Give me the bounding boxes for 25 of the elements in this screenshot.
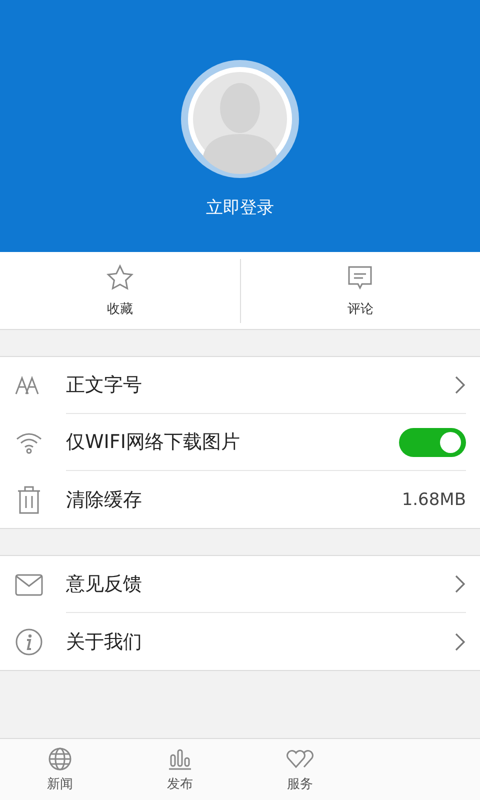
favorites-button[interactable]: 收藏 bbox=[86, 260, 154, 322]
comments-button[interactable]: 评论 bbox=[326, 260, 394, 322]
setting-label[interactable]: 清除缓存 bbox=[66, 486, 402, 512]
avatar[interactable] bbox=[179, 58, 301, 180]
wifi-icon bbox=[15, 430, 43, 454]
chevron-icon bbox=[454, 375, 466, 395]
nav-tab[interactable]: 新闻 bbox=[41, 744, 79, 794]
chevron-icon bbox=[454, 574, 466, 594]
info-icon bbox=[15, 628, 43, 656]
bar-chart-icon bbox=[168, 746, 192, 770]
nav-tab[interactable]: 发布 bbox=[161, 744, 199, 794]
setting-label[interactable]: 关于我们 bbox=[66, 628, 454, 654]
star-icon bbox=[106, 264, 134, 292]
wifi-toggle[interactable] bbox=[399, 428, 466, 456]
cache-size: 1.68MB bbox=[402, 490, 466, 510]
setting-label[interactable]: 正文字号 bbox=[66, 372, 454, 398]
chevron-icon bbox=[454, 632, 466, 652]
globe-icon bbox=[48, 746, 72, 770]
mail-icon bbox=[15, 574, 43, 596]
setting-label[interactable]: 仅WIFI网络下载图片 bbox=[66, 429, 399, 455]
nav-tab[interactable]: 服务 bbox=[280, 744, 320, 794]
login-link[interactable]: 立即登录 bbox=[206, 196, 274, 219]
trash-icon bbox=[16, 484, 42, 514]
setting-label[interactable]: 意见反馈 bbox=[66, 571, 454, 597]
comment-icon bbox=[346, 264, 374, 292]
